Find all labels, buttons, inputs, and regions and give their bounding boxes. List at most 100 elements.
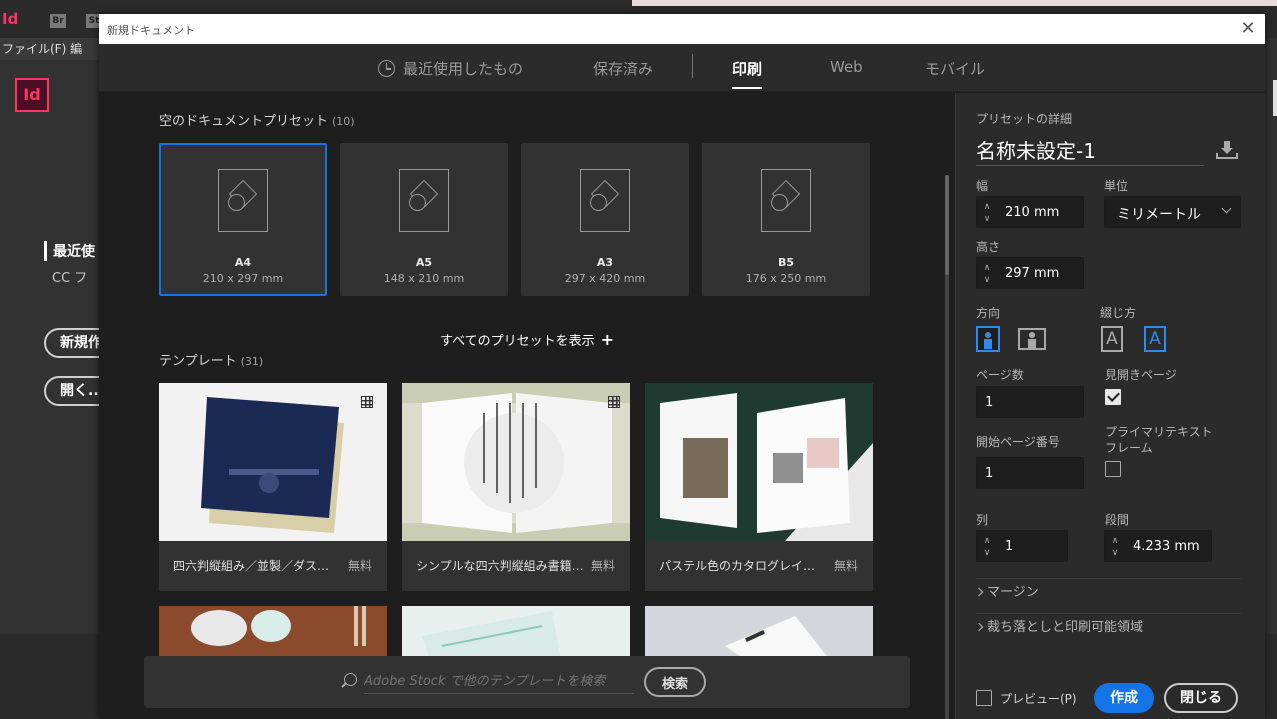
preset-name: A5 — [415, 256, 433, 269]
cc-files-label[interactable]: CC フ — [52, 267, 87, 286]
clock-icon — [378, 60, 395, 77]
chevron-right-icon — [974, 622, 984, 632]
plus-icon: + — [600, 330, 614, 349]
indesign-logo-icon: Id — [15, 78, 49, 112]
pages-label: ページ数 — [976, 368, 1024, 382]
create-button[interactable]: 作成 — [1094, 683, 1154, 713]
stepper-arrows-icon[interactable]: ∧ ∨ — [981, 535, 993, 559]
margins-label: マージン — [987, 585, 1039, 600]
template-thumbnail — [645, 383, 873, 541]
primary-text-label-line2: フレーム — [1105, 441, 1153, 455]
unit-label: 単位 — [1104, 179, 1129, 193]
show-all-label: すべてのプリセットを表示 — [440, 334, 595, 349]
template-caption: パステル色のカタログレイアウト — [659, 559, 827, 573]
binding-left-icon[interactable]: A — [1101, 326, 1123, 352]
bleed-label: 裁ち落としと印刷可能領域 — [987, 620, 1144, 635]
preset-card-a4[interactable]: A4 210 x 297 mm — [159, 143, 327, 296]
orientation-label: 方向 — [976, 306, 1001, 320]
preset-size: 210 x 297 mm — [202, 272, 284, 285]
presets-scrollbar[interactable] — [945, 175, 949, 719]
document-name-field[interactable]: 名称未設定-1 — [976, 135, 1096, 164]
start-page-value: 1 — [985, 466, 994, 481]
bridge-icon[interactable]: Br — [50, 14, 66, 28]
stepper-arrows-icon[interactable]: ∧ ∨ — [981, 262, 993, 286]
tab-mobile[interactable]: モバイル — [925, 58, 985, 79]
gutter-label: 段間 — [1105, 513, 1130, 527]
height-stepper[interactable]: ∧ ∨ 297 mm — [976, 257, 1084, 289]
document-icon — [580, 169, 630, 232]
preset-card-a3[interactable]: A3 297 x 420 mm — [521, 143, 689, 296]
portrait-icon[interactable] — [976, 326, 1000, 352]
start-page-label: 開始ページ番号 — [976, 435, 1060, 449]
tab-recent[interactable]: 最近使用したもの — [378, 58, 523, 79]
columns-label: 列 — [976, 513, 989, 527]
background-strip — [632, 0, 1277, 6]
preset-size: 148 x 210 mm — [383, 272, 465, 285]
facing-pages-checkbox[interactable] — [1105, 389, 1121, 405]
preset-details-panel: プリセットの詳細 名称未設定-1 幅 ∧ ∨ 210 mm 単位 ミリメートル 高… — [955, 93, 1265, 719]
template-thumbnail — [159, 383, 387, 541]
landscape-icon[interactable] — [1018, 328, 1046, 350]
gutter-stepper[interactable]: ∧ ∨ 4.233 mm — [1104, 530, 1212, 562]
category-tabs: 最近使用したもの 保存済み 印刷 Web モバイル — [99, 44, 1265, 92]
background-scrollbar — [1273, 80, 1277, 116]
tab-recent-label: 最近使用したもの — [403, 60, 524, 78]
template-card-book-dustcover[interactable]: 四六判縦組み／並製／ダストカバー 無料 — [159, 383, 387, 591]
close-button[interactable]: 閉じる — [1164, 683, 1238, 713]
width-stepper[interactable]: ∧ ∨ 210 mm — [976, 196, 1084, 228]
save-preset-icon[interactable] — [1216, 141, 1238, 159]
bleed-section[interactable]: 裁ち落としと印刷可能領域 — [974, 613, 1241, 641]
height-label: 高さ — [976, 240, 1001, 254]
name-underline — [976, 165, 1204, 166]
close-icon[interactable]: ✕ — [1237, 18, 1259, 40]
width-label: 幅 — [976, 179, 989, 193]
primary-text-frame-checkbox[interactable] — [1105, 461, 1121, 477]
document-icon — [761, 169, 811, 232]
tab-print[interactable]: 印刷 — [732, 58, 763, 89]
indesign-app-icon: Id — [2, 10, 19, 28]
stock-search-input[interactable] — [364, 670, 634, 694]
preset-name: B5 — [777, 256, 795, 269]
templates-title: テンプレート — [159, 354, 237, 369]
columns-value: 1 — [1005, 539, 1014, 554]
unit-select[interactable]: ミリメートル — [1104, 196, 1241, 228]
document-icon — [399, 169, 449, 232]
margins-section[interactable]: マージン — [974, 578, 1241, 606]
tab-divider — [692, 54, 693, 78]
pages-field[interactable]: 1 — [976, 386, 1084, 418]
dialog-title: 新規ドキュメント — [107, 24, 195, 37]
grid-icon — [361, 396, 373, 408]
columns-stepper[interactable]: ∧ ∨ 1 — [976, 530, 1068, 562]
preset-size: 297 x 420 mm — [564, 272, 646, 285]
template-caption: シンプルな四六判縦組み書籍テンプレート — [416, 559, 584, 573]
binding-right-icon[interactable]: A — [1144, 326, 1166, 352]
facing-pages-label: 見開きページ — [1105, 368, 1177, 382]
show-all-presets-link[interactable]: すべてのプリセットを表示 + — [440, 330, 614, 349]
stock-search-bar: 検索 — [144, 656, 910, 708]
search-button[interactable]: 検索 — [644, 667, 706, 697]
stepper-arrows-icon[interactable]: ∧ ∨ — [1109, 535, 1121, 559]
preset-card-b5[interactable]: B5 176 x 250 mm — [702, 143, 870, 296]
preview-label: プレビュー(P) — [1000, 692, 1077, 706]
tab-saved[interactable]: 保存済み — [593, 58, 653, 79]
preset-card-a5[interactable]: A5 148 x 210 mm — [340, 143, 508, 296]
menu-bar[interactable]: ファイル(F) 編 — [0, 38, 100, 60]
preview-checkbox[interactable] — [976, 690, 992, 706]
template-thumbnail — [402, 383, 630, 541]
templates-heading: テンプレート (31) — [159, 350, 263, 369]
blank-presets-title: 空のドキュメントプリセット — [159, 114, 329, 129]
start-page-field[interactable]: 1 — [976, 457, 1084, 489]
template-caption: 四六判縦組み／並製／ダストカバー — [173, 559, 341, 573]
height-value: 297 mm — [1005, 266, 1060, 281]
blank-presets-heading: 空のドキュメントプリセット (10) — [159, 110, 355, 129]
template-card-vertical-book[interactable]: シンプルな四六判縦組み書籍テンプレート 無料 — [402, 383, 630, 591]
pages-value: 1 — [985, 395, 994, 410]
gutter-value: 4.233 mm — [1133, 539, 1200, 554]
preview-toggle[interactable]: プレビュー(P) — [976, 690, 1077, 707]
recent-heading[interactable]: 最近使 — [44, 241, 95, 261]
template-price: 無料 — [347, 559, 372, 573]
new-document-dialog: 新規ドキュメント ✕ 最近使用したもの 保存済み 印刷 Web モバイル 空のド… — [99, 14, 1265, 719]
stepper-arrows-icon[interactable]: ∧ ∨ — [981, 201, 993, 225]
template-card-pastel-catalog[interactable]: パステル色のカタログレイアウト 無料 — [645, 383, 873, 591]
tab-web[interactable]: Web — [830, 58, 863, 76]
